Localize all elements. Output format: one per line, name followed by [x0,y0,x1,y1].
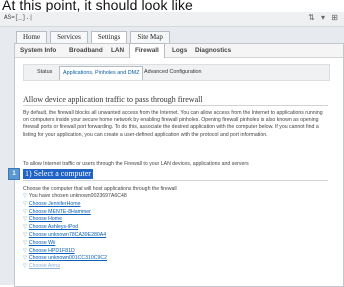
step-number-icon: 1 [8,168,20,180]
chosen-computer-row: ▽ You have chosen unknown0023697A6C48 [23,193,303,201]
choose-computer-link[interactable]: Choose HPD1F81D [29,248,75,254]
choose-computer-link[interactable]: Choose Wii [29,240,56,246]
dropdown-icon[interactable]: ▾ [321,13,325,22]
list-item: ▽ Choose MENTE-8Hammer [23,209,303,217]
grid-icon[interactable]: ⊞ [331,13,338,22]
tab-site-map[interactable]: Site Map [130,31,170,43]
tab-services[interactable]: Services [50,31,88,43]
list-item: ▽ Choose Wii [23,240,303,248]
tab-status[interactable]: Status [37,69,52,75]
router-page: Home Services Settings Site Map System I… [0,27,344,287]
tab-broadband[interactable]: Broadband [69,44,103,57]
primary-nav: Home Services Settings Site Map [16,31,173,44]
section-title: Allow device application traffic to pass… [23,95,203,104]
secondary-nav: System Info Broadband LAN Firewall Logs … [15,43,343,58]
tab-advanced-configuration[interactable]: Advanced Configuration [144,69,202,75]
tab-applications-pinholes-dmz[interactable]: Applications, Pinholes and DMZ [59,66,144,80]
list-item: ▽ Choose JenniferHome [23,201,303,209]
chosen-prefix: You have chosen [28,193,70,199]
sort-icon[interactable]: ⇅ [308,13,315,22]
address-field[interactable]: AS=[_].| [4,14,33,21]
tab-firewall[interactable]: Firewall [129,43,165,58]
choose-computer-link[interactable]: Choose MENTE-8Hammer [29,209,91,215]
choose-instruction: Choose the computer that will host appli… [23,186,177,192]
computer-list: ▽ You have chosen unknown0023697A6C48 ▽ Ch… [23,193,303,271]
intro-text: To allow Internet traffic or users throu… [23,161,249,167]
chevron-right-icon: ▽ [23,255,27,262]
chevron-right-icon: ▽ [23,231,27,238]
chevron-right-icon: ▽ [23,263,27,270]
choose-computer-link[interactable]: Choose Anna [29,263,60,269]
chevron-right-icon: ▽ [23,239,27,246]
list-item: ▽ Choose unknown001CC310C9C2 [23,255,303,263]
chevron-right-icon: ▽ [23,193,27,199]
choose-computer-link[interactable]: Choose Ashleys-iPod [29,224,78,230]
tab-lan[interactable]: LAN [111,44,124,57]
step-title: 1) Select a computer [23,169,93,179]
chevron-right-icon: ▽ [23,247,27,254]
firewall-description: By default, the firewall blocks all unwa… [23,110,323,138]
tertiary-nav: Status Applications, Pinholes and DMZ Ad… [23,64,330,81]
list-item: ▽ Choose Anna [23,263,303,271]
chevron-right-icon: ▽ [23,208,27,215]
tab-home[interactable]: Home [16,31,48,43]
step-header: 1 1) Select a computer [8,168,328,181]
choose-computer-link[interactable]: Choose JenniferHome [29,201,81,207]
choose-computer-link[interactable]: Choose unknown78CA39E280A4 [29,232,106,238]
title-divider [23,105,328,106]
chevron-right-icon: ▽ [23,200,27,207]
list-item: ▽ Choose Home [23,216,303,224]
browser-toolbar: AS=[_].| ⇅ ▾ ⊞ [0,12,344,27]
list-item: ▽ Choose unknown78CA39E280A4 [23,232,303,240]
chevron-right-icon: ▽ [23,224,27,231]
chevron-right-icon: ▽ [23,216,27,223]
browser-tools: ⇅ ▾ ⊞ [304,13,338,22]
choose-computer-link[interactable]: Choose unknown001CC310C9C2 [29,255,107,261]
chosen-computer-name: unknown0023697A6C48 [69,193,127,199]
list-item: ▽ Choose HPD1F81D [23,248,303,256]
tab-diagnostics[interactable]: Diagnostics [195,44,231,57]
list-item: ▽ Choose Ashleys-iPod [23,224,303,232]
tab-system-info[interactable]: System Info [20,44,56,57]
tab-logs[interactable]: Logs [172,44,187,57]
settings-panel: System Info Broadband LAN Firewall Logs … [8,43,344,287]
choose-computer-link[interactable]: Choose Home [29,216,62,222]
